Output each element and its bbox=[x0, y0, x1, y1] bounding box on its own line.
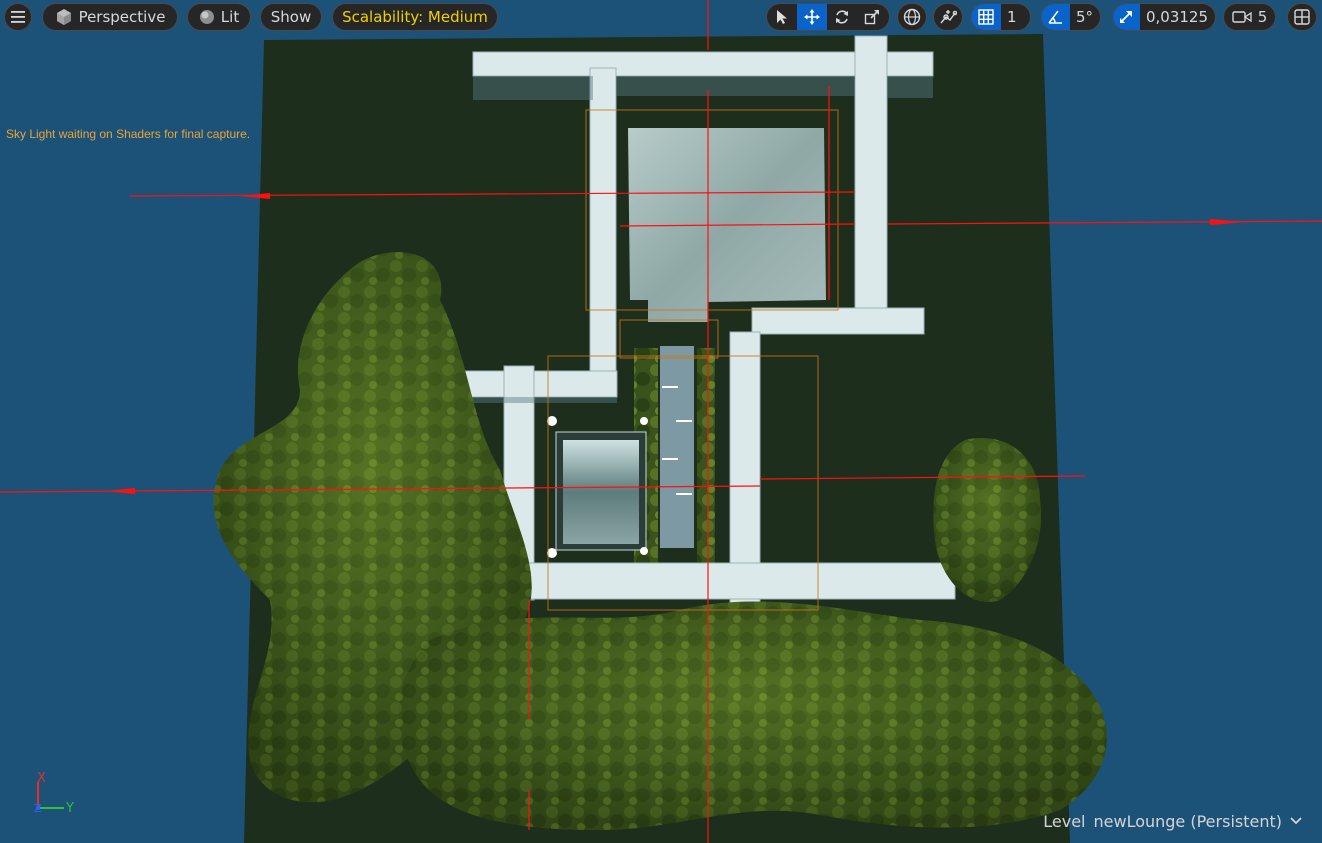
walkway bbox=[660, 346, 694, 548]
rotate-icon bbox=[836, 10, 848, 24]
world-local-toggle[interactable] bbox=[897, 3, 927, 31]
show-button[interactable]: Show bbox=[260, 3, 322, 31]
scale-snap-toggle[interactable] bbox=[1113, 4, 1140, 30]
scalability-button[interactable]: Scalability: Medium bbox=[332, 3, 498, 31]
scale-snap-control: 0,03125 bbox=[1112, 3, 1216, 31]
translate-tool-button[interactable] bbox=[797, 4, 827, 30]
scale-snap-icon bbox=[1120, 11, 1133, 23]
transform-tools bbox=[766, 3, 890, 31]
level-name: newLounge (Persistent) bbox=[1093, 811, 1283, 831]
surface-snap-button[interactable] bbox=[933, 3, 963, 31]
viewport-layout-button[interactable] bbox=[1287, 3, 1317, 31]
viewport-menu-button[interactable] bbox=[4, 3, 32, 31]
axis-z-label: Z bbox=[34, 802, 42, 815]
rock-formation-bottom bbox=[398, 601, 1107, 830]
sphere-icon bbox=[199, 10, 214, 24]
grid-snap-value[interactable]: 1 bbox=[1001, 4, 1024, 30]
show-label: Show bbox=[270, 8, 312, 26]
select-icon bbox=[777, 10, 787, 24]
select-tool-button[interactable] bbox=[767, 4, 797, 30]
scalability-label: Scalability: Medium bbox=[342, 8, 488, 26]
rotation-snap-value[interactable]: 5° bbox=[1070, 4, 1100, 30]
cube-icon bbox=[56, 9, 71, 25]
angle-icon bbox=[1048, 10, 1063, 24]
translate-icon bbox=[804, 9, 820, 25]
rotate-tool-button[interactable] bbox=[827, 4, 857, 30]
grid-icon bbox=[978, 9, 994, 25]
axis-gizmo: X Y Z bbox=[34, 771, 74, 816]
viewport-layout-icon bbox=[1294, 9, 1310, 25]
camera-speed-button[interactable]: 5 bbox=[1223, 3, 1276, 31]
sky-light-warning: Sky Light waiting on Shaders for final c… bbox=[6, 127, 251, 141]
view-mode-button[interactable]: Perspective bbox=[42, 3, 178, 31]
chevron-down-icon bbox=[1290, 817, 1302, 825]
axis-x-label: X bbox=[37, 771, 46, 786]
axis-y-label: Y bbox=[65, 801, 74, 816]
scale-icon bbox=[864, 10, 879, 25]
lighting-mode-button[interactable]: Lit bbox=[187, 3, 251, 31]
hamburger-icon bbox=[11, 11, 25, 23]
grid-snap-toggle[interactable] bbox=[971, 4, 1001, 30]
surface-snap-icon bbox=[940, 10, 957, 24]
level-prefix: Level bbox=[1043, 811, 1086, 831]
grid-snap-control: 1 bbox=[970, 3, 1031, 31]
pool-water bbox=[563, 440, 639, 544]
camera-icon bbox=[1232, 11, 1252, 23]
camera-speed-value: 5 bbox=[1257, 8, 1268, 26]
rotation-snap-control: 5° bbox=[1040, 3, 1101, 31]
view-mode-label: Perspective bbox=[78, 8, 166, 26]
rotation-snap-toggle[interactable] bbox=[1041, 4, 1070, 30]
hedge-right bbox=[697, 348, 715, 563]
scale-snap-value[interactable]: 0,03125 bbox=[1140, 4, 1215, 30]
lighting-mode-label: Lit bbox=[220, 8, 240, 26]
current-level-label[interactable]: Level newLounge (Persistent) bbox=[1043, 811, 1302, 831]
scale-tool-button[interactable] bbox=[857, 4, 887, 30]
globe-icon bbox=[903, 8, 921, 26]
